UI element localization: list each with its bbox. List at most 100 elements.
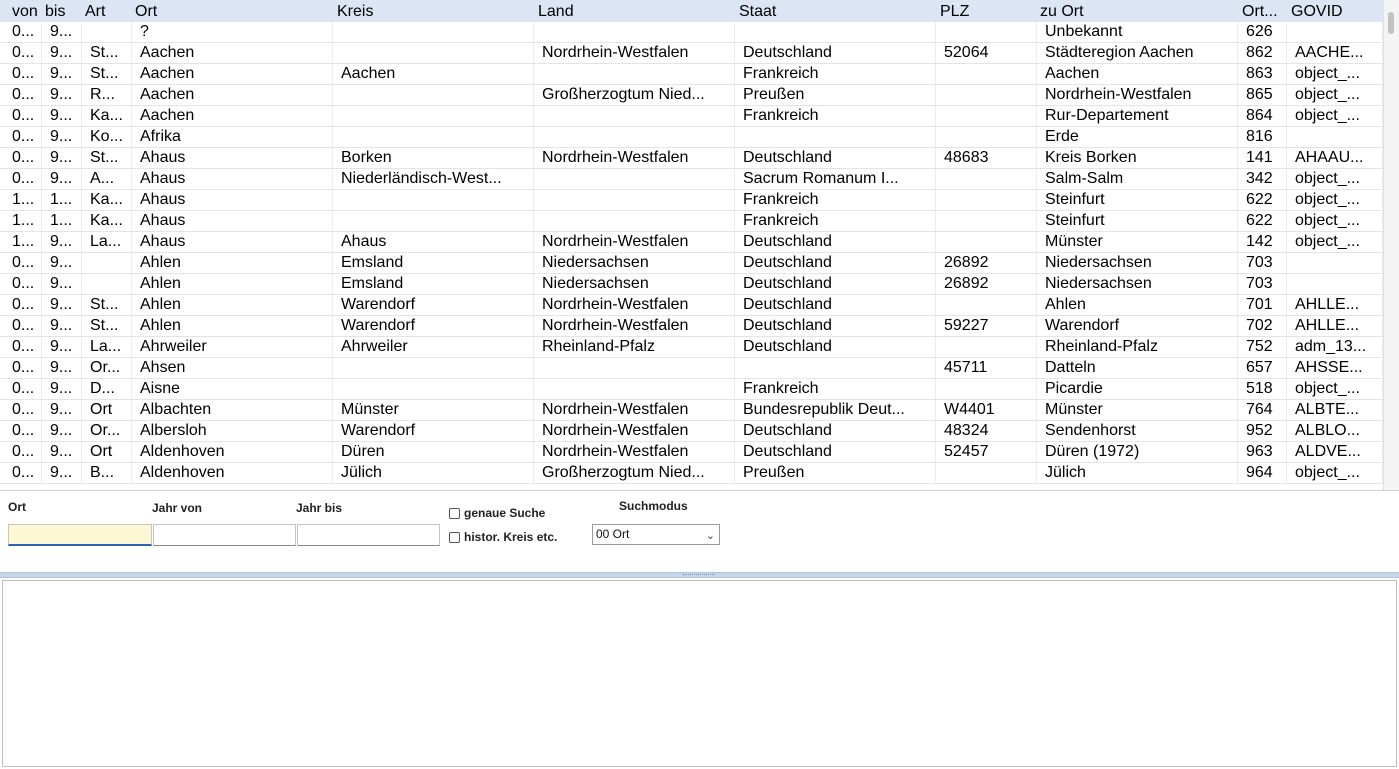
cell-ort-nr: 865 [1238,85,1287,105]
cell-ort: Aldenhoven [132,442,333,462]
cell-art: La... [82,337,132,357]
column-header-govid[interactable]: GOVID [1287,0,1383,22]
cell-art: St... [82,316,132,336]
cell-kreis: Jülich [333,463,534,483]
table-row[interactable]: 0... 9... St... Aachen Nordrhein-Westfalen De… [0,43,1383,64]
cell-bis: 1... [42,211,82,231]
table-row[interactable]: 0... 9... B... Aldenhoven Jülich Großherzogtu… [0,463,1383,484]
cell-von: 0... [0,148,42,168]
cell-govid: object_... [1287,190,1383,210]
chevron-down-icon: ⌄ [705,530,715,542]
cell-kreis [333,358,534,378]
cell-ort: Afrika [132,127,333,147]
results-grid[interactable]: von bis Art Ort Kreis Land Staat PLZ zu Ort Ort..… [0,0,1383,490]
cell-kreis [333,85,534,105]
cell-land [534,106,735,126]
cell-land: Niedersachsen [534,253,735,273]
cell-ort-nr: 703 [1238,253,1287,273]
cell-ort: Ahaus [132,232,333,252]
jahr-von-input[interactable] [153,524,296,546]
cell-von: 1... [0,232,42,252]
table-row[interactable]: 0... 9... La... Ahrweiler Ahrweiler Rheinland… [0,337,1383,358]
cell-ort: Aisne [132,379,333,399]
table-row[interactable]: 0... 9... St... Ahlen Warendorf Nordrhein-Wes… [0,316,1383,337]
suchmodus-value: 00 Ort [596,527,630,541]
cell-zu-ort: Unbekannt [1037,22,1238,42]
cell-zu-ort: Datteln [1037,358,1238,378]
table-row[interactable]: 0... 9... Ahlen Emsland Niedersachsen Deutsch… [0,274,1383,295]
genaue-suche-checkbox[interactable]: genaue Suche [449,506,545,520]
cell-govid: AHAAU... [1287,148,1383,168]
cell-staat: Deutschland [735,421,936,441]
cell-govid: AHLLE... [1287,295,1383,315]
table-row[interactable]: 0... 9... Ko... Afrika Erde 816 [0,127,1383,148]
table-row[interactable]: 1... 1... Ka... Ahaus Frankreich Steinfurt 622… [0,190,1383,211]
table-row[interactable]: 0... 9... Ort Albachten Münster Nordrhein-Wes… [0,400,1383,421]
output-area[interactable] [2,580,1397,767]
table-row[interactable]: 0... 9... St... Ahaus Borken Nordrhein-Westfa… [0,148,1383,169]
scrollbar-thumb[interactable] [1388,12,1394,34]
cell-bis: 9... [42,379,82,399]
table-row[interactable]: 0... 9... R... Aachen Großherzogtum Nied... P… [0,85,1383,106]
cell-kreis: Warendorf [333,421,534,441]
cell-von: 0... [0,379,42,399]
panel-splitter[interactable] [0,572,1399,578]
cell-ort-nr: 964 [1238,463,1287,483]
cell-ort-nr: 622 [1238,190,1287,210]
cell-ort: Aachen [132,64,333,84]
cell-land: Nordrhein-Westfalen [534,421,735,441]
search-panel: Ort Jahr von Jahr bis genaue Suche histo… [0,490,1399,573]
suchmodus-select[interactable]: 00 Ort ⌄ [592,524,720,545]
column-header-staat[interactable]: Staat [735,0,936,22]
cell-kreis [333,211,534,231]
cell-von: 0... [0,274,42,294]
table-row[interactable]: 0... 9... Or... Albersloh Warendorf Nordrhein… [0,421,1383,442]
table-row[interactable]: 0... 9...? Unbekannt 626 [0,22,1383,43]
cell-art [82,274,132,294]
ort-input[interactable] [8,524,152,546]
cell-ort-nr: 142 [1238,232,1287,252]
jahr-bis-input[interactable] [297,524,440,546]
cell-art: Ka... [82,211,132,231]
table-row[interactable]: 0... 9... St... Ahlen Warendorf Nordrhein-Wes… [0,295,1383,316]
histor-kreis-checkbox[interactable]: histor. Kreis etc. [449,530,557,544]
column-header-ort-nr[interactable]: Ort... [1238,0,1287,22]
cell-bis: 9... [42,274,82,294]
table-row[interactable]: 0... 9... Ort Aldenhoven Düren Nordrhein-West… [0,442,1383,463]
cell-staat: Deutschland [735,295,936,315]
cell-staat: Bundesrepublik Deut... [735,400,936,420]
cell-kreis: Münster [333,400,534,420]
cell-plz [936,232,1037,252]
column-header-art[interactable]: Art [81,0,131,22]
cell-kreis: Warendorf [333,316,534,336]
table-row[interactable]: 1... 1... Ka... Ahaus Frankreich Steinfurt 622… [0,211,1383,232]
cell-govid: AHLLE... [1287,316,1383,336]
cell-staat [735,22,936,42]
cell-govid [1287,253,1383,273]
cell-bis: 9... [42,316,82,336]
column-header-plz[interactable]: PLZ [936,0,1036,22]
checkbox-box[interactable] [449,507,460,519]
column-header-ort[interactable]: Ort [131,0,333,22]
column-header-land[interactable]: Land [534,0,735,22]
column-header-bis[interactable]: bis [41,0,81,22]
checkbox-box[interactable] [449,531,460,543]
table-row[interactable]: 0... 9... A... Ahaus Niederländisch-West... S… [0,169,1383,190]
cell-ort-nr: 702 [1238,316,1287,336]
cell-ort-nr: 626 [1238,22,1287,42]
table-row[interactable]: 0... 9... Ka... Aachen Frankreich Rur-Departe… [0,106,1383,127]
column-header-von[interactable]: von [8,0,41,22]
cell-plz [936,106,1037,126]
table-row[interactable]: 0... 9... St... Aachen Aachen Frankreich Aache… [0,64,1383,85]
table-row[interactable]: 0... 9... Ahlen Emsland Niedersachsen Deutsch… [0,253,1383,274]
cell-land: Nordrhein-Westfalen [534,148,735,168]
column-header-zu-ort[interactable]: zu Ort [1036,0,1238,22]
table-row[interactable]: 1... 9... La... Ahaus Ahaus Nordrhein-Westfal… [0,232,1383,253]
column-header-kreis[interactable]: Kreis [333,0,534,22]
vertical-scrollbar[interactable] [1383,0,1399,490]
cell-art: D... [82,379,132,399]
cell-ort: Ahaus [132,190,333,210]
table-row[interactable]: 0... 9... D... Aisne Frankreich Picardie 518 ob… [0,379,1383,400]
table-row[interactable]: 0... 9... Or... Ahsen 45711 Datteln 657 AHSSE..… [0,358,1383,379]
ort-label: Ort [8,500,26,514]
